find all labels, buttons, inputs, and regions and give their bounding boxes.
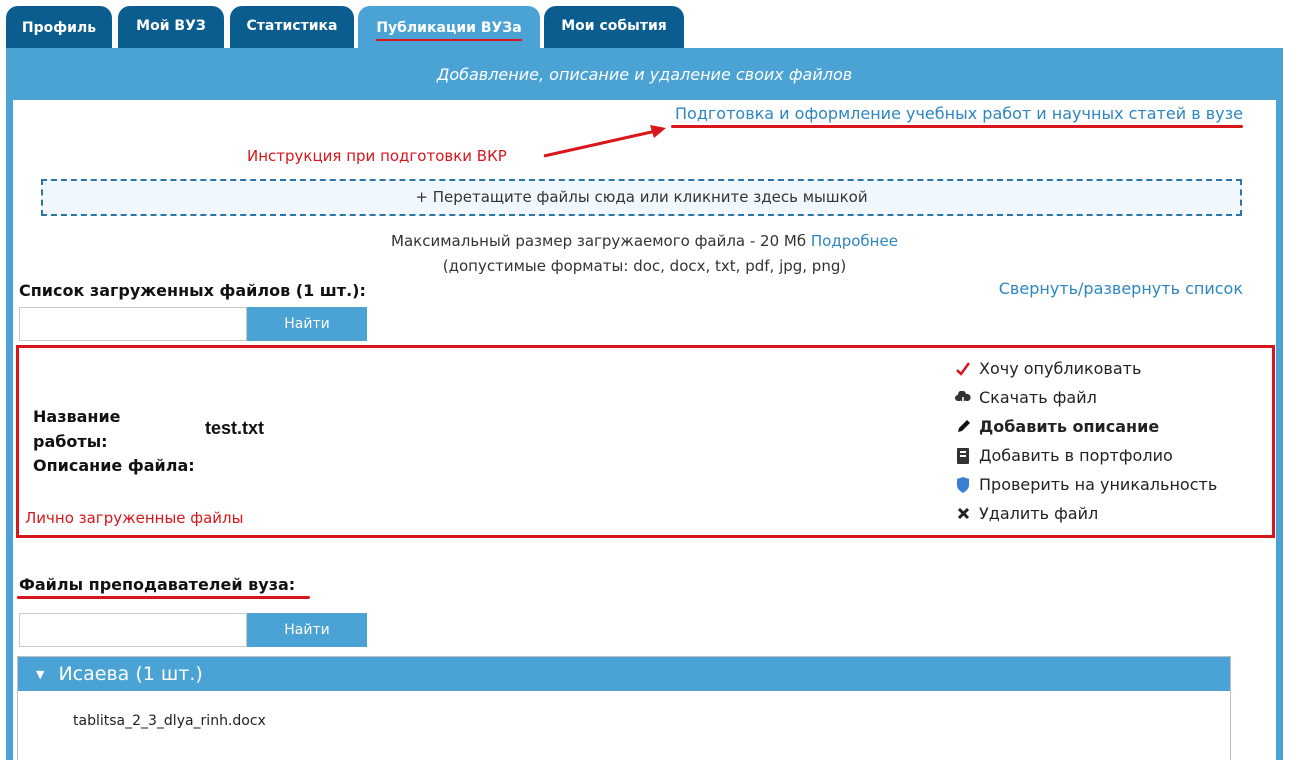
uploaded-search-button[interactable]: Найти <box>247 307 367 341</box>
uploaded-search-input[interactable] <box>19 307 247 341</box>
tab-statistics[interactable]: Статистика <box>230 6 354 48</box>
teacher-file-item[interactable]: tablitsa_2_3_dlya_rinh.docx <box>73 713 266 729</box>
portfolio-icon <box>955 447 971 464</box>
file-name-value: test.txt <box>205 418 265 438</box>
max-size-info: Максимальный размер загружаемого файла -… <box>0 232 1289 250</box>
add-to-portfolio-action[interactable]: Добавить в портфолио <box>955 441 1217 470</box>
add-description-action[interactable]: Добавить описание <box>955 412 1217 441</box>
checkmark-icon <box>955 361 971 377</box>
page-title: Добавление, описание и удаление своих фа… <box>436 65 853 84</box>
tab-profile[interactable]: Профиль <box>6 6 112 48</box>
file-description-label: Описание файла: <box>33 456 195 475</box>
instruction-annotation: Инструкция при подготовки ВКР <box>247 147 507 165</box>
shield-icon <box>955 476 971 493</box>
teacher-files-title: Файлы преподавателей вуза: <box>19 575 296 594</box>
file-name-label-line1: Название <box>33 407 121 426</box>
teacher-group-name: Исаева (1 шт.) <box>58 663 203 685</box>
allowed-formats: (допустимые форматы: doc, docx, txt, pdf… <box>442 257 847 275</box>
pencil-icon <box>955 419 971 435</box>
personal-files-annotation: Лично загруженные файлы <box>25 509 244 527</box>
cloud-download-icon <box>955 390 971 406</box>
teacher-files-underline <box>17 596 310 599</box>
tab-active-label: Публикации ВУЗа <box>376 20 522 41</box>
toggle-list-link[interactable]: Свернуть/развернуть список <box>999 279 1243 298</box>
guide-link[interactable]: Подготовка и оформление учебных работ и … <box>675 104 1243 123</box>
file-name-label-line2: работы: <box>33 432 108 451</box>
uploaded-files-title: Список загруженных файлов (1 шт.): <box>19 281 366 300</box>
caret-down-icon: ▼ <box>36 667 45 681</box>
guide-link-underline <box>671 125 1243 128</box>
teacher-group-header[interactable]: ▼ Исаева (1 шт.) <box>18 657 1230 691</box>
annotation-arrow <box>543 125 666 158</box>
delete-file-action[interactable]: Удалить файл <box>955 499 1217 528</box>
file-actions: Хочу опубликовать Скачать файл Добавить … <box>955 354 1217 528</box>
max-size-text: Максимальный размер загружаемого файла -… <box>391 232 807 250</box>
file-dropzone[interactable]: + Перетащите файлы сюда или кликните зде… <box>41 179 1242 216</box>
close-icon <box>955 506 971 522</box>
tab-university-publications[interactable]: Публикации ВУЗа <box>358 6 540 48</box>
check-uniqueness-action[interactable]: Проверить на уникальность <box>955 470 1217 499</box>
tab-my-university[interactable]: Мой ВУЗ <box>118 6 224 48</box>
download-action[interactable]: Скачать файл <box>955 383 1217 412</box>
teacher-search-input[interactable] <box>19 613 247 647</box>
page-header: Добавление, описание и удаление своих фа… <box>6 48 1283 96</box>
teacher-search-button[interactable]: Найти <box>247 613 367 647</box>
teacher-group-panel: ▼ Исаева (1 шт.) tablitsa_2_3_dlya_rinh.… <box>17 656 1231 760</box>
publish-action[interactable]: Хочу опубликовать <box>955 354 1217 383</box>
more-info-link[interactable]: Подробнее <box>811 232 898 250</box>
tab-my-events[interactable]: Мои события <box>544 6 684 48</box>
